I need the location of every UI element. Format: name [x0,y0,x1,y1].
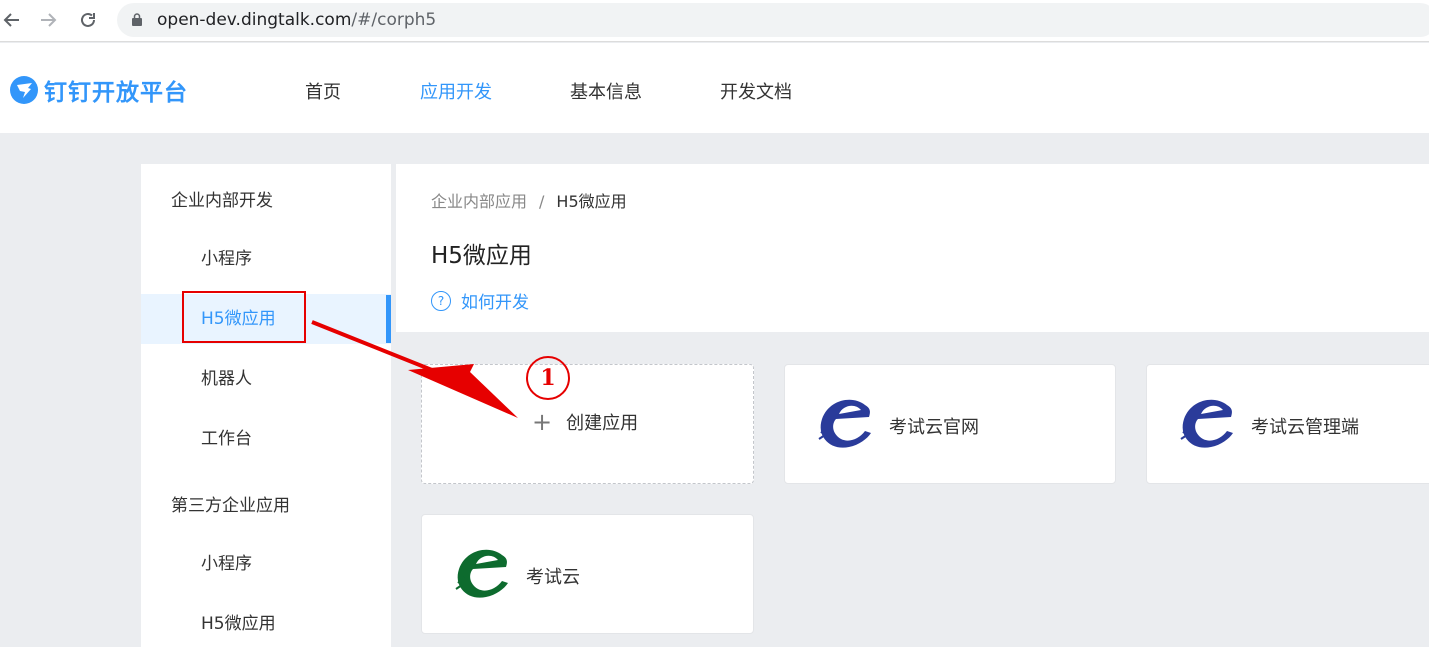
logo-text: 钉钉开放平台 [44,80,188,106]
top-header: 钉钉开放平台 首页 应用开发 基本信息 开发文档 [0,43,1429,133]
app-card-kaoshiyun-official[interactable]: 考试云官网 [784,364,1116,484]
breadcrumb-item-h5: H5微应用 [556,192,627,211]
app-name: 考试云管理端 [1251,417,1359,438]
browser-toolbar: open-dev.dingtalk.com/#/corph5 [0,0,1429,42]
highlight-box [182,291,306,343]
step-number-badge: 1 [526,356,570,400]
nav-home[interactable]: 首页 [305,78,341,104]
app-name: 考试云 [526,567,580,588]
sidebar-item-mini-program[interactable]: 小程序 [141,234,391,284]
sidebar-group-internal: 企业内部开发 [171,191,273,211]
how-to-develop-link[interactable]: ? 如何开发 [431,288,529,313]
breadcrumb-separator: / [539,192,545,211]
page-title: H5微应用 [431,243,532,269]
sidebar-group-third-party: 第三方企业应用 [171,496,290,516]
sidebar: 企业内部开发 小程序 H5微应用 机器人 工作台 第三方企业应用 小程序 H5微… [141,164,391,647]
arrow-left-icon[interactable] [0,8,24,32]
app-card-kaoshiyun-admin[interactable]: 考试云管理端 [1146,364,1429,484]
dingtalk-wing-icon [10,76,38,104]
arrow-right-icon[interactable] [36,8,60,32]
lock-icon [132,13,142,26]
kaoshiyun-e-logo-icon [1180,399,1233,448]
create-app-card[interactable]: + 创建应用 [421,364,754,484]
app-name: 考试云官网 [889,417,979,438]
breadcrumb: 企业内部应用 / H5微应用 [431,188,627,212]
sidebar-item-third-h5-app[interactable]: H5微应用 [141,599,391,647]
nav-app-dev[interactable]: 应用开发 [420,78,492,104]
plus-icon: + [532,408,553,436]
url-path: /#/corph5 [351,10,437,30]
content-header: 企业内部应用 / H5微应用 H5微应用 ? 如何开发 [396,164,1429,332]
sidebar-item-robot[interactable]: 机器人 [141,354,391,404]
sidebar-item-third-mini-program[interactable]: 小程序 [141,539,391,589]
create-app-label: 创建应用 [566,413,639,434]
question-circle-icon: ? [431,290,451,311]
url-text: open-dev.dingtalk.com/#/corph5 [157,10,436,30]
address-bar[interactable]: open-dev.dingtalk.com/#/corph5 [117,3,1429,37]
kaoshiyun-e-logo-icon [818,399,871,448]
reload-icon[interactable] [76,8,100,32]
kaoshiyun-e-logo-icon [455,549,508,598]
url-host: open-dev.dingtalk.com [157,10,352,30]
sidebar-item-workbench[interactable]: 工作台 [141,414,391,464]
breadcrumb-item-internal-apps[interactable]: 企业内部应用 [431,192,527,211]
dingtalk-logo[interactable]: 钉钉开放平台 [10,73,188,107]
nav-basic-info[interactable]: 基本信息 [570,78,642,104]
nav-dev-docs[interactable]: 开发文档 [720,78,792,104]
app-card-kaoshiyun[interactable]: 考试云 [421,514,754,634]
sidebar-active-indicator [386,295,391,343]
how-to-develop-label: 如何开发 [461,293,529,313]
